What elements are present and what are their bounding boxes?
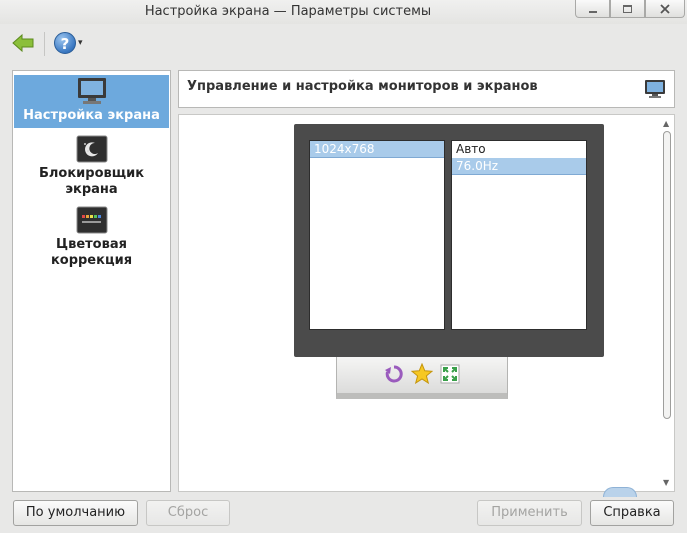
window-title: Настройка экрана — Параметры системы [144,4,432,19]
sidebar-item-display[interactable]: Настройка экрана [14,75,169,128]
refresh-rate-list[interactable]: Авто 76.0Hz [451,140,587,330]
sidebar-item-label: Настройка экрана [23,108,160,123]
minimize-button[interactable] [575,0,610,18]
display-icon [77,78,106,104]
scrollbar-thumb[interactable] [663,131,671,419]
help-menu-button[interactable]: ? ▾ [54,30,88,56]
sidebar-item-label: Блокировщик экрана [38,166,145,197]
screen-locker-icon [76,135,107,163]
help-button[interactable]: Справка [590,500,674,526]
fit-screen-icon [440,364,460,384]
back-button[interactable] [10,30,36,56]
sidebar-item-screen-locker[interactable]: Блокировщик экрана [14,135,169,197]
minimize-icon [588,10,597,13]
scroll-up-icon[interactable]: ▲ [663,119,669,128]
display-settings-panel: 1024x768 Авто 76.0Hz ▲ ▼ [178,114,675,497]
scroll-down-icon[interactable]: ▼ [663,478,669,487]
reset-button[interactable]: Сброс [146,500,230,526]
window-controls [575,0,685,18]
vertical-scrollbar[interactable]: ▲ ▼ [662,119,672,487]
fit-screen-button[interactable] [439,363,461,385]
sidebar-item-color-correction[interactable]: Цветовая коррекция [14,206,169,268]
set-primary-button[interactable] [411,363,433,385]
maximize-icon [623,4,632,13]
list-item[interactable]: 1024x768 [310,141,444,158]
page-title: Управление и настройка мониторов и экран… [187,79,538,94]
monitor-preview: 1024x768 Авто 76.0Hz [294,124,604,357]
globe-icon [603,487,637,497]
list-item[interactable]: 76.0Hz [452,158,586,175]
title-bar: Настройка экрана — Параметры системы [0,0,687,24]
color-correction-icon [76,206,107,234]
maximize-button[interactable] [610,0,645,18]
toolbar-separator [44,32,45,56]
sidebar: Настройка экрана Блокировщик экрана Цвет… [12,70,171,492]
toolbar: ? ▾ [0,24,687,64]
close-icon [660,3,670,14]
defaults-button[interactable]: По умолчанию [13,500,138,526]
back-arrow-icon [12,33,34,53]
rotate-button[interactable] [383,363,405,385]
close-button[interactable] [645,0,685,18]
monitor-icon [645,80,665,98]
sidebar-item-label: Цветовая коррекция [50,237,133,268]
page-header: Управление и настройка мониторов и экран… [178,70,675,108]
monitor-stand-actions [383,363,461,385]
rotate-icon [385,365,403,383]
resolution-list[interactable]: 1024x768 [309,140,445,330]
chevron-down-icon: ▾ [78,38,83,48]
help-icon: ? [54,32,76,54]
apply-button[interactable]: Применить [477,500,582,526]
list-item[interactable]: Авто [452,141,586,158]
primary-star-icon [411,363,433,385]
